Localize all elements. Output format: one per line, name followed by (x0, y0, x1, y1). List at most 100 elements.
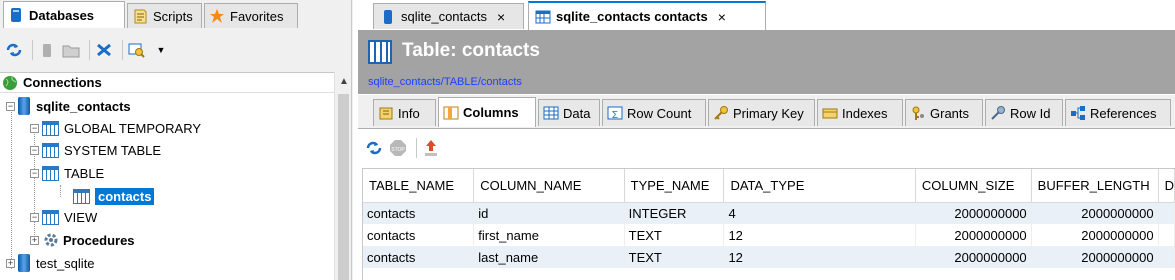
table-cell[interactable]: 2000000000 (1031, 202, 1159, 224)
table-cell[interactable]: first_name (473, 224, 625, 246)
tree-header: Connections (0, 73, 351, 93)
tab-label: Scripts (153, 8, 193, 24)
column-header[interactable]: TABLE_NAME (363, 169, 475, 203)
column-header[interactable]: COLUMN_NAME (473, 169, 625, 203)
table-cell[interactable]: 2000000000 (915, 246, 1032, 268)
tab-favorites[interactable]: Favorites (204, 3, 298, 28)
table-cell[interactable]: 12 (723, 246, 916, 268)
table-cell[interactable]: last_name (473, 246, 625, 268)
tree-node-label: sqlite_contacts (36, 98, 131, 114)
tab-row-id[interactable]: Row Id (985, 99, 1063, 126)
tab-scripts[interactable]: Scripts (127, 3, 202, 28)
tab-info[interactable]: Info (373, 99, 436, 126)
tree-node-view[interactable]: − VIEW (30, 206, 97, 228)
tree-node-connection-2[interactable]: + test_sqlite (6, 252, 95, 274)
tab-sqlite-contacts[interactable]: sqlite_contacts × (373, 3, 524, 29)
collapse-toggle-icon[interactable]: − (6, 101, 15, 111)
references-icon (1070, 105, 1086, 121)
refresh-icon[interactable] (364, 138, 384, 158)
table-cell[interactable]: 2000000000 (915, 202, 1032, 224)
tree-node-label: GLOBAL TEMPORARY (64, 120, 202, 136)
close-icon[interactable]: × (497, 9, 505, 25)
table-cell[interactable]: 12 (723, 224, 916, 246)
table-row[interactable]: contacts first_name TEXT 12 2000000000 2… (363, 224, 1175, 246)
column-header[interactable]: BUFFER_LENGTH (1031, 169, 1159, 203)
tree-node-connection[interactable]: − sqlite_contacts (6, 95, 131, 117)
tab-label: Columns (463, 105, 519, 120)
tree-node-label: Procedures (63, 232, 135, 248)
new-connection-icon[interactable] (37, 40, 57, 60)
scrollbar-thumb[interactable] (338, 94, 349, 280)
close-icon[interactable]: × (718, 9, 726, 25)
collapse-toggle-icon[interactable]: − (30, 168, 39, 178)
table-cell[interactable]: contacts (363, 202, 475, 224)
table-cell[interactable]: id (473, 202, 625, 224)
column-header[interactable]: DATA_TYPE (723, 169, 916, 203)
tab-label: sqlite_contacts contacts (556, 9, 708, 24)
tree-header-label: Connections (23, 75, 102, 90)
expand-toggle-icon[interactable]: − (30, 123, 39, 133)
tab-columns[interactable]: Columns (438, 97, 536, 127)
column-header[interactable]: TYPE_NAME (624, 169, 725, 203)
gear-icon (42, 232, 58, 248)
tab-label: Row Id (1010, 105, 1051, 121)
database-icon (18, 254, 30, 272)
tree-scrollbar[interactable]: ▲ (334, 72, 351, 280)
tab-references[interactable]: References (1065, 99, 1171, 126)
tab-indexes[interactable]: Indexes (817, 99, 903, 126)
table-cell[interactable]: 2000000000 (1031, 224, 1159, 246)
breadcrumb[interactable]: sqlite_contacts/TABLE/contacts (368, 76, 522, 88)
expand-toggle-icon[interactable]: + (6, 258, 15, 268)
tree-node-procedures[interactable]: + Procedures (30, 229, 135, 251)
table-cell[interactable]: contacts (363, 224, 475, 246)
expand-toggle-icon[interactable]: − (30, 145, 39, 155)
table-cell[interactable]: INTEGER (624, 202, 725, 224)
scroll-up-icon[interactable]: ▲ (339, 76, 349, 87)
expand-toggle-icon[interactable]: − (30, 212, 39, 222)
navigator-panel: Databases Scripts Favorites ▼ Connection… (0, 0, 352, 280)
tree-guide (60, 185, 61, 197)
chevron-down-icon[interactable]: ▼ (151, 40, 171, 60)
tab-sqlite-contacts-contacts[interactable]: sqlite_contacts contacts × (528, 1, 766, 30)
tab-row-count[interactable]: Σ Row Count (602, 99, 706, 126)
table-row[interactable]: contacts last_name TEXT 12 2000000000 20… (363, 246, 1175, 268)
filter-icon[interactable] (127, 40, 147, 60)
table-cell[interactable]: TEXT (624, 224, 725, 246)
tab-grants[interactable]: Grants (905, 99, 983, 126)
export-icon[interactable] (421, 138, 441, 158)
tree-node-contacts[interactable]: contacts (73, 185, 155, 207)
stop-icon[interactable]: STOP (388, 138, 408, 158)
table-cell[interactable] (1158, 224, 1175, 246)
column-header[interactable]: COLUMN_SIZE (915, 169, 1032, 203)
tab-databases[interactable]: Databases (3, 1, 125, 28)
tab-label: Info (398, 105, 420, 121)
disconnect-icon[interactable] (94, 40, 114, 60)
tab-primary-key[interactable]: Primary Key (708, 99, 815, 126)
tree-node-system-table[interactable]: − SYSTEM TABLE (30, 139, 161, 161)
column-header[interactable]: D (1158, 169, 1175, 203)
tree-node-label: test_sqlite (36, 255, 95, 271)
expand-toggle-icon[interactable]: + (30, 235, 39, 245)
tab-data[interactable]: Data (538, 99, 600, 126)
refresh-icon[interactable] (4, 40, 24, 60)
table-cell[interactable] (1158, 246, 1175, 268)
new-folder-icon[interactable] (61, 40, 81, 60)
tree-node-global-temporary[interactable]: − GLOBAL TEMPORARY (30, 117, 201, 139)
tab-label: Databases (29, 7, 95, 23)
page-title: Table: contacts (402, 40, 540, 61)
columns-grid[interactable]: TABLE_NAME COLUMN_NAME TYPE_NAME DATA_TY… (362, 168, 1175, 280)
table-cell[interactable]: 2000000000 (1031, 246, 1159, 268)
table-cell[interactable]: 4 (723, 202, 916, 224)
table-row[interactable]: contacts id INTEGER 4 2000000000 2000000… (363, 202, 1175, 224)
table-cell[interactable]: contacts (363, 246, 475, 268)
tree-guide (11, 109, 12, 269)
subtab-bar: Info Columns Data Σ Row Count Primary Ke… (358, 95, 1175, 129)
table-icon (42, 120, 59, 136)
tree-node-table[interactable]: − TABLE (30, 162, 104, 184)
database-icon (380, 9, 396, 25)
tab-label: Row Count (627, 105, 692, 121)
table-cell[interactable]: 2000000000 (915, 224, 1032, 246)
table-cell[interactable]: TEXT (624, 246, 725, 268)
grant-icon (910, 105, 926, 121)
table-cell[interactable] (1158, 202, 1175, 224)
